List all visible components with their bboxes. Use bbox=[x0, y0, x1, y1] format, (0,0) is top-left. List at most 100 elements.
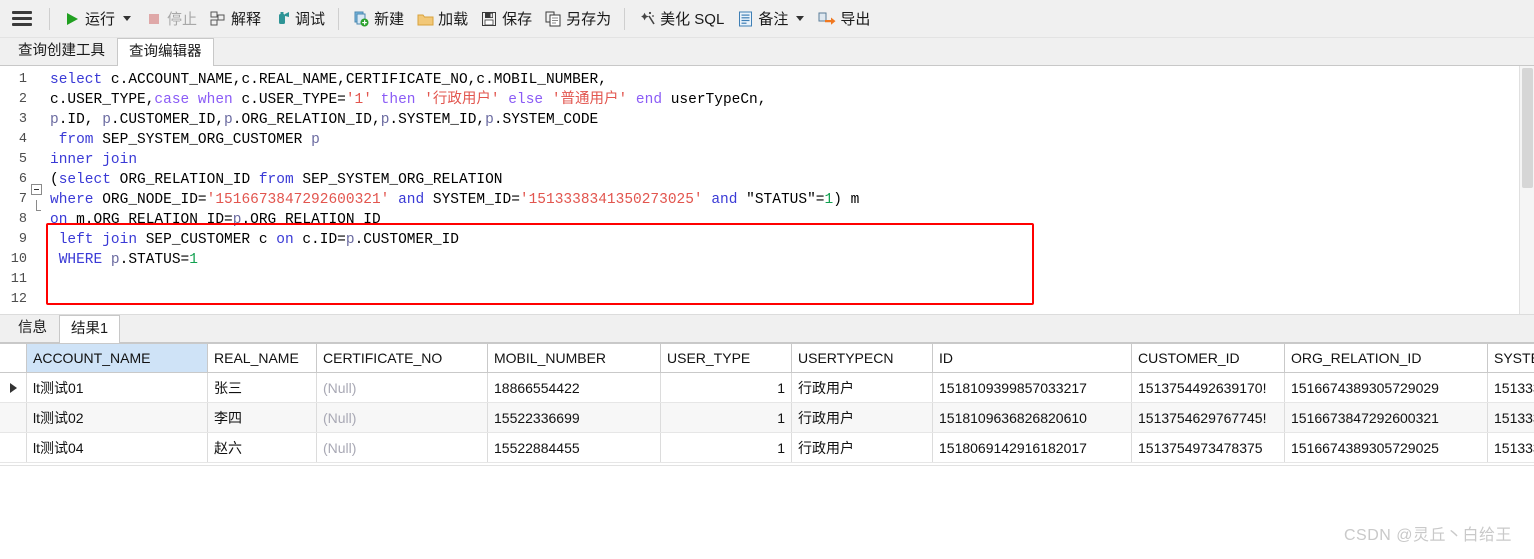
code-token: 1 bbox=[824, 192, 834, 208]
chevron-down-icon[interactable] bbox=[123, 16, 132, 21]
cell-account_name[interactable]: lt测试04 bbox=[26, 432, 208, 463]
export-icon bbox=[818, 10, 836, 28]
editor-vertical-scrollbar[interactable] bbox=[1519, 66, 1534, 314]
code-line[interactable]: 5 inner join bbox=[0, 150, 1534, 170]
cell-usertypecn[interactable]: 行政用户 bbox=[791, 402, 933, 433]
cell-account_name[interactable]: lt测试02 bbox=[26, 402, 208, 433]
column-header-customer_id[interactable]: CUSTOMER_ID bbox=[1131, 343, 1285, 373]
code-line[interactable]: 1 select c.ACCOUNT_NAME,c.REAL_NAME,CERTI… bbox=[0, 70, 1534, 90]
code-token: '1513338341350273025' bbox=[519, 192, 712, 208]
code-text: select c.ACCOUNT_NAME,c.REAL_NAME,CERTIF… bbox=[44, 70, 607, 90]
cell-real_name[interactable]: 赵六 bbox=[207, 432, 317, 463]
code-line[interactable]: 7 where ORG_NODE_ID='1516673847292600321'… bbox=[0, 190, 1534, 211]
result-grid-container[interactable]: ACCOUNT_NAME REAL_NAME CERTIFICATE_NO MOBIL… bbox=[0, 343, 1534, 466]
toolbar-button-folder-open[interactable]: 加载 bbox=[410, 5, 474, 32]
cell-org_relation_id[interactable]: 1516674389305729029 bbox=[1284, 372, 1488, 403]
cell-mobil_number[interactable]: 18866554422 bbox=[487, 372, 661, 403]
toolbar-button-new-file[interactable]: 新建 bbox=[346, 5, 410, 32]
code-line[interactable]: 6 (select ORG_RELATION_ID from SEP_SYSTEM… bbox=[0, 170, 1534, 195]
chevron-down-icon[interactable] bbox=[796, 16, 805, 21]
table-row[interactable]: lt测试04 赵六 (Null) 15522884455 1 行政用户 1518069142… bbox=[0, 432, 1534, 463]
column-header-user_type[interactable]: USER_TYPE bbox=[660, 343, 792, 373]
cell-system_id[interactable]: 1513338341350 bbox=[1487, 402, 1534, 433]
column-header-mobil_number[interactable]: MOBIL_NUMBER bbox=[487, 343, 661, 373]
cell-certificate_no[interactable]: (Null) bbox=[316, 372, 488, 403]
column-header-org_relation_id[interactable]: ORG_RELATION_ID bbox=[1284, 343, 1488, 373]
cell-id[interactable]: 1518109399857033217 bbox=[932, 372, 1132, 403]
column-header-certificate_no[interactable]: CERTIFICATE_NO bbox=[316, 343, 488, 373]
cell-org_relation_id[interactable]: 1516674389305729025 bbox=[1284, 432, 1488, 463]
cell-id[interactable]: 1518069142916182017 bbox=[932, 432, 1132, 463]
tab-query-editor[interactable]: 查询编辑器 bbox=[117, 37, 214, 66]
toolbar-button-save-as[interactable]: 另存为 bbox=[538, 5, 617, 32]
cell-id[interactable]: 1518109636826820610 bbox=[932, 402, 1132, 433]
toolbar-button-debug[interactable]: 调试 bbox=[267, 5, 331, 32]
editor-scroll-thumb[interactable] bbox=[1522, 68, 1533, 188]
sql-code[interactable]: 1 select c.ACCOUNT_NAME,c.REAL_NAME,CERTI… bbox=[0, 66, 1534, 310]
column-header-usertypecn[interactable]: USERTYPECN bbox=[791, 343, 933, 373]
code-line[interactable]: 10 WHERE p.STATUS=1 bbox=[0, 250, 1534, 270]
code-token: m.ORG_RELATION_ID= bbox=[76, 212, 233, 228]
line-number: 2 bbox=[18, 92, 27, 107]
code-line[interactable]: 11 bbox=[0, 270, 1534, 290]
code-token: .CUSTOMER_ID bbox=[354, 232, 459, 248]
column-header-system_id[interactable]: SYSTEM_ID bbox=[1487, 343, 1534, 373]
code-line[interactable]: 2 c.USER_TYPE,case when c.USER_TYPE='1' t… bbox=[0, 90, 1534, 110]
cell-certificate_no[interactable]: (Null) bbox=[316, 432, 488, 463]
toolbar-button-explain[interactable]: 解释 bbox=[203, 5, 267, 32]
code-token: select bbox=[58, 172, 120, 188]
toolbar-button-save[interactable]: 保存 bbox=[474, 5, 538, 32]
code-line[interactable]: 4 from SEP_SYSTEM_ORG_CUSTOMER p bbox=[0, 130, 1534, 150]
save-as-icon bbox=[544, 10, 562, 28]
cell-customer_id[interactable]: 1513754973478375 bbox=[1131, 432, 1285, 463]
cell-user_type[interactable]: 1 bbox=[660, 432, 792, 463]
toolbar-button-export[interactable]: 导出 bbox=[812, 5, 876, 32]
cell-customer_id[interactable]: 1513754492639170! bbox=[1131, 372, 1285, 403]
code-line[interactable]: 9 left join SEP_CUSTOMER c on c.ID=p.CUS… bbox=[0, 230, 1534, 250]
row-indicator[interactable] bbox=[0, 432, 27, 463]
cell-user_type[interactable]: 1 bbox=[660, 402, 792, 433]
code-line[interactable]: 8 on m.ORG_RELATION_ID=p.ORG_RELATION_ID bbox=[0, 210, 1534, 230]
cell-user_type[interactable]: 1 bbox=[660, 372, 792, 403]
cell-mobil_number[interactable]: 15522336699 bbox=[487, 402, 661, 433]
cell-real_name[interactable]: 李四 bbox=[207, 402, 317, 433]
code-token: .STATUS= bbox=[119, 252, 190, 268]
code-token: then bbox=[380, 92, 425, 108]
column-header-real_name[interactable]: REAL_NAME bbox=[207, 343, 317, 373]
toolbar-button-wand[interactable]: 美化 SQL bbox=[632, 5, 730, 32]
hamburger-icon[interactable] bbox=[12, 11, 32, 26]
cell-system_id[interactable]: 1513338341350 bbox=[1487, 432, 1534, 463]
tab-query-builder[interactable]: 查询创建工具 bbox=[6, 37, 117, 65]
cell-system_id[interactable]: 1513338341350 bbox=[1487, 372, 1534, 403]
code-text: on m.ORG_RELATION_ID=p.ORG_RELATION_ID bbox=[44, 210, 381, 230]
table-row[interactable]: lt测试02 李四 (Null) 15522336699 1 行政用户 1518109636… bbox=[0, 402, 1534, 433]
tab-info[interactable]: 信息 bbox=[6, 314, 59, 342]
cell-certificate_no[interactable]: (Null) bbox=[316, 402, 488, 433]
row-indicator[interactable] bbox=[0, 372, 27, 403]
cell-real_name[interactable]: 张三 bbox=[207, 372, 317, 403]
column-header-id[interactable]: ID bbox=[932, 343, 1132, 373]
cell-account_name[interactable]: lt测试01 bbox=[26, 372, 208, 403]
toolbar-button-note[interactable]: 备注 bbox=[730, 5, 812, 32]
code-line[interactable]: 3 p.ID, p.CUSTOMER_ID,p.ORG_RELATION_ID,p… bbox=[0, 110, 1534, 130]
cell-usertypecn[interactable]: 行政用户 bbox=[791, 372, 933, 403]
cell-customer_id[interactable]: 1513754629767745! bbox=[1131, 402, 1285, 433]
row-indicator[interactable] bbox=[0, 402, 27, 433]
tab-result1[interactable]: 结果1 bbox=[59, 314, 121, 343]
code-token: SYSTEM_ID= bbox=[432, 192, 520, 208]
table-row[interactable]: lt测试01 张三 (Null) 18866554422 1 行政用户 1518109399… bbox=[0, 372, 1534, 403]
line-number: 10 bbox=[10, 252, 27, 267]
cell-org_relation_id[interactable]: 1516673847292600321 bbox=[1284, 402, 1488, 433]
code-token: .ID, bbox=[58, 112, 103, 128]
cell-mobil_number[interactable]: 15522884455 bbox=[487, 432, 661, 463]
sql-editor-area[interactable]: 1 select c.ACCOUNT_NAME,c.REAL_NAME,CERTI… bbox=[0, 66, 1534, 315]
code-token: .SYSTEM_ID, bbox=[389, 112, 486, 128]
code-token: on bbox=[276, 232, 303, 248]
column-header-account_name[interactable]: ACCOUNT_NAME bbox=[26, 343, 208, 373]
code-line[interactable]: 12 bbox=[0, 290, 1534, 310]
code-token: ORG_RELATION_ID bbox=[119, 172, 259, 188]
cell-usertypecn[interactable]: 行政用户 bbox=[791, 432, 933, 463]
toolbar-button-stop[interactable]: 停止 bbox=[139, 5, 203, 32]
code-token: left join bbox=[50, 232, 146, 248]
toolbar-button-play[interactable]: 运行 bbox=[57, 5, 139, 32]
